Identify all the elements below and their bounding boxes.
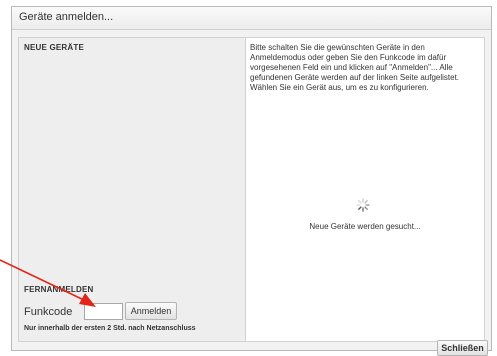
dialog-title: Geräte anmelden... — [19, 11, 114, 23]
register-button[interactable]: Anmelden — [125, 302, 177, 320]
loading-spinner-icon — [356, 198, 370, 212]
instructions-text: Bitte schalten Sie die gewünschten Gerät… — [250, 43, 460, 92]
new-devices-heading: NEUE GERÄTE — [24, 43, 84, 52]
search-status-text: Neue Geräte werden gesucht... — [309, 222, 421, 231]
search-status-panel: Bitte schalten Sie die gewünschten Gerät… — [245, 37, 485, 342]
time-limit-hint: Nur innerhalb der ersten 2 Std. nach Net… — [24, 325, 196, 332]
dialog-titlebar: Geräte anmelden... — [12, 7, 491, 30]
red-arrow-icon — [0, 259, 96, 307]
